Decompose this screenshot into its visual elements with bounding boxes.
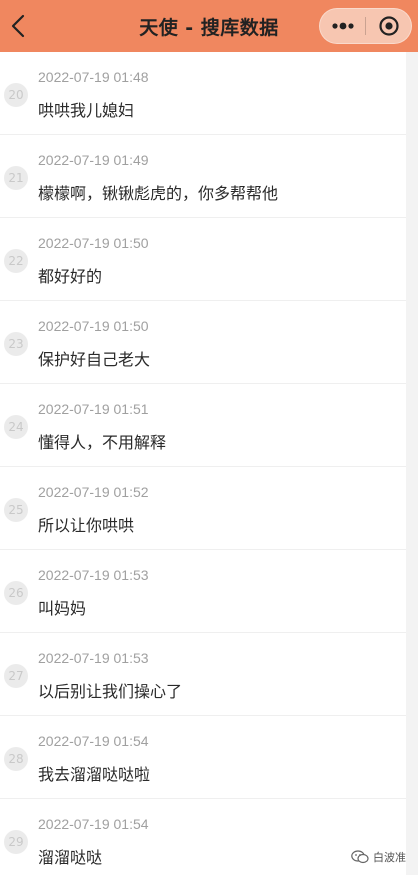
message-time: 2022-07-19 01:48 <box>38 69 149 85</box>
nav-bar: 天使 - 搜库数据 <box>0 0 418 52</box>
row-number-badge: 27 <box>4 664 28 688</box>
row-number-badge: 26 <box>4 581 28 605</box>
message-text: 保护好自己老大 <box>38 350 151 369</box>
row-number-badge: 25 <box>4 498 28 522</box>
list-item[interactable]: 27 2022-07-19 01:53 以后别让我们操心了 <box>0 633 418 716</box>
target-close-icon <box>378 16 399 36</box>
message-time: 2022-07-19 01:54 <box>38 816 149 832</box>
row-number-badge: 21 <box>4 166 28 190</box>
message-text: 檬檬啊，锹锹彪虎的，你多帮帮他 <box>38 184 279 203</box>
list-item[interactable]: 24 2022-07-19 01:51 懂得人，不用解释 <box>0 384 418 467</box>
list-item[interactable]: 21 2022-07-19 01:49 檬檬啊，锹锹彪虎的，你多帮帮他 <box>0 135 418 218</box>
message-text: 以后别让我们操心了 <box>38 682 183 701</box>
list-item[interactable]: 25 2022-07-19 01:52 所以让你哄哄 <box>0 467 418 550</box>
message-time: 2022-07-19 01:53 <box>38 650 149 666</box>
watermark: 白波准 <box>351 849 406 865</box>
more-dots-icon <box>331 22 354 30</box>
close-button[interactable] <box>366 9 411 43</box>
row-number-badge: 28 <box>4 747 28 771</box>
list-item[interactable]: 26 2022-07-19 01:53 叫妈妈 <box>0 550 418 633</box>
message-time: 2022-07-19 01:49 <box>38 152 149 168</box>
message-text: 溜溜哒哒 <box>38 848 103 867</box>
more-button[interactable] <box>320 9 365 43</box>
list-item[interactable]: 22 2022-07-19 01:50 都好好的 <box>0 218 418 301</box>
row-number-badge: 23 <box>4 332 28 356</box>
watermark-text: 白波准 <box>373 851 406 864</box>
message-text: 哄哄我儿媳妇 <box>38 101 135 120</box>
row-number-badge: 22 <box>4 249 28 273</box>
mini-program-capsule <box>319 8 412 44</box>
list-item[interactable]: 28 2022-07-19 01:54 我去溜溜哒哒啦 <box>0 716 418 799</box>
scrollbar-track[interactable] <box>406 52 418 875</box>
message-time: 2022-07-19 01:50 <box>38 318 149 334</box>
message-time: 2022-07-19 01:51 <box>38 401 149 417</box>
list-item[interactable]: 23 2022-07-19 01:50 保护好自己老大 <box>0 301 418 384</box>
message-list[interactable]: 20 2022-07-19 01:48 哄哄我儿媳妇 21 2022-07-19… <box>0 52 418 875</box>
row-number-badge: 29 <box>4 830 28 854</box>
wechat-icon <box>351 850 369 864</box>
row-number-badge: 20 <box>4 83 28 107</box>
message-time: 2022-07-19 01:54 <box>38 733 149 749</box>
message-text: 我去溜溜哒哒啦 <box>38 765 151 784</box>
message-text: 懂得人，不用解释 <box>38 433 167 452</box>
row-number-badge: 24 <box>4 415 28 439</box>
message-text: 叫妈妈 <box>38 599 87 618</box>
message-text: 所以让你哄哄 <box>38 516 135 535</box>
message-time: 2022-07-19 01:52 <box>38 484 149 500</box>
message-text: 都好好的 <box>38 267 103 286</box>
message-time: 2022-07-19 01:53 <box>38 567 149 583</box>
message-time: 2022-07-19 01:50 <box>38 235 149 251</box>
list-item[interactable]: 20 2022-07-19 01:48 哄哄我儿媳妇 <box>0 52 418 135</box>
